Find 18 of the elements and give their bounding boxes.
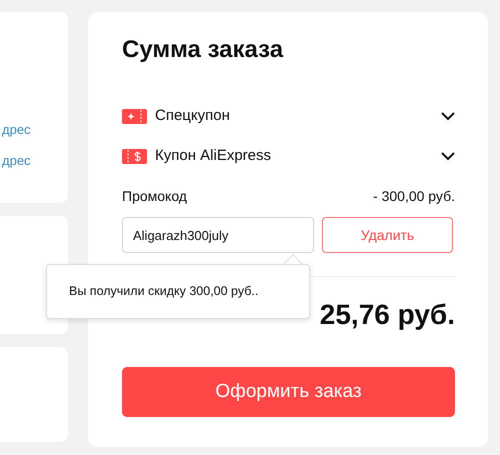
chevron-icon[interactable]: [441, 112, 455, 120]
checkout-button[interactable]: Оформить заказ: [122, 367, 455, 417]
coupon-label: Купон AliExpress: [155, 146, 272, 166]
tooltip-text: Вы получили скидку 300,00 руб..: [69, 283, 258, 300]
address-link[interactable]: дрес: [0, 114, 31, 145]
coupon-icon: [122, 148, 147, 164]
coupon-row[interactable]: Спецкупон: [122, 96, 455, 136]
remove-button[interactable]: Удалить: [322, 217, 453, 253]
summary-title: Сумма заказа: [122, 35, 284, 65]
address-link[interactable]: дрес: [0, 145, 31, 176]
coupon-icon: [122, 108, 147, 124]
order-total: 25,76 руб.: [318, 298, 455, 332]
promo-code-field[interactable]: Aligarazh300july: [122, 217, 314, 253]
coupon-row[interactable]: Купон AliExpress: [122, 136, 455, 176]
chevron-icon[interactable]: [441, 152, 455, 160]
coupon-label: Спецкупон: [155, 106, 231, 126]
promo-label: Промокод: [122, 187, 187, 206]
discount-amount: - 300,00 руб.: [373, 187, 455, 206]
